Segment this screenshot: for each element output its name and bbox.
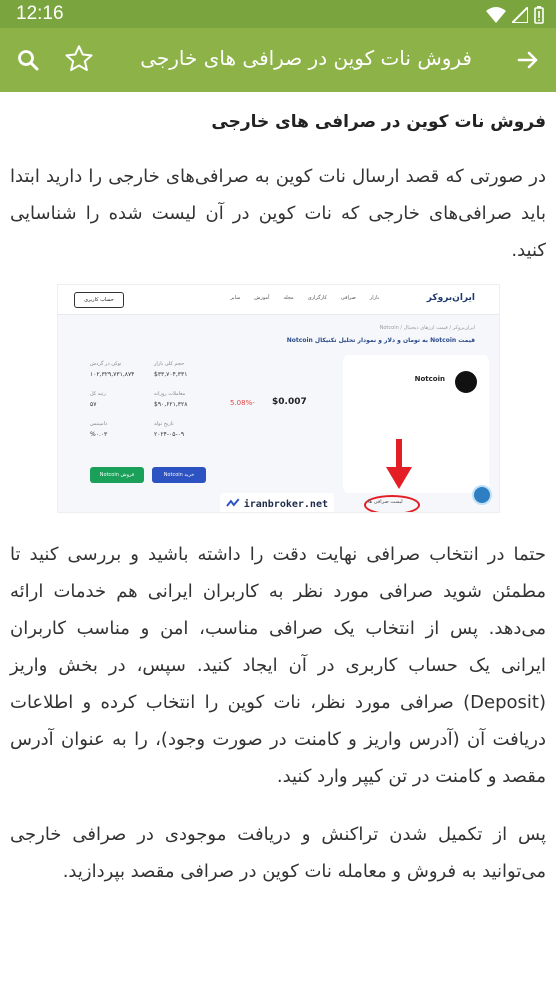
image-row-value: ۵۷ (90, 401, 97, 408)
image-coin-panel: Notcoin (343, 355, 489, 493)
app-bar: فروش نات کوین در صرافی های خارجی (0, 28, 556, 92)
article-image: ایران‌بروکر بازار صرافی کارگزاری مجله آم… (57, 284, 500, 513)
status-bar: 12:16 (0, 0, 556, 28)
bookmark-button[interactable] (60, 40, 98, 78)
search-icon (18, 50, 39, 71)
status-icons (486, 6, 544, 24)
image-row-label: معاملات روزانه (154, 391, 186, 397)
image-price: $0.007 (272, 397, 307, 407)
image-account-button: حساب کاربری (74, 292, 124, 308)
image-logo: ایران‌بروکر (426, 293, 475, 303)
image-menu: بازار صرافی کارگزاری مجله آموزش سایر (230, 295, 379, 301)
image-row-label: دامیننس (90, 421, 108, 427)
image-breadcrumb: ایران‌بروکر / قیمت ارزهای دیجیتال / Notc… (379, 325, 475, 331)
image-row-value: %۰.۰۳ (90, 431, 108, 438)
image-row-label: توکن در گردش (90, 361, 122, 367)
image-buy-button: خرید Notcoin (152, 467, 206, 483)
image-row-label: رتبه کل (90, 391, 106, 397)
image-menu-item: صرافی (340, 295, 356, 301)
image-row-label: تاریخ تولد (154, 421, 174, 427)
back-button[interactable] (510, 42, 546, 78)
red-arrow-icon (386, 439, 412, 489)
star-outline-icon (65, 45, 93, 72)
image-row-label: حجم کلی بازار (154, 361, 185, 367)
iranbroker-logo-icon (226, 498, 240, 507)
image-row-value: $۳۳,۷۰۴,۳۳۱ (154, 371, 188, 378)
status-time: 12:16 (16, 3, 64, 24)
image-exchange-list-link: لیست صرافی ها (368, 499, 403, 505)
image-change: -5.08% (230, 399, 255, 407)
arrow-right-icon (517, 51, 538, 69)
image-menu-item: کارگزاری (307, 295, 327, 301)
image-coin-name: Notcoin (414, 375, 445, 383)
image-watermark: iranbroker.net (220, 493, 334, 512)
page-title: فروش نات کوین در صرافی های خارجی (140, 46, 472, 70)
signal-icon (512, 7, 528, 23)
search-button[interactable] (10, 42, 46, 78)
image-menu-item: سایر (230, 295, 241, 301)
image-row-value: ۱۰۲,۳۲۹,۷۳۱,۸۷۴ (90, 371, 135, 378)
battery-icon (534, 6, 544, 24)
article-paragraph: پس از تکمیل شدن تراکنش و دریافت موجودی د… (10, 824, 546, 882)
image-subtitle: قیمت Notcoin به تومان و دلار و نمودار تح… (286, 337, 475, 344)
image-row-value: $۹۰,۶۲۱,۳۲۸ (154, 401, 188, 408)
article-paragraph: در صورتی که قصد ارسال نات کوین به صرافی‌… (10, 166, 546, 261)
article-content: فروش نات کوین در صرافی های خارجی در صورت… (0, 92, 556, 988)
image-location-fab-icon (472, 485, 492, 505)
notcoin-logo-icon (455, 371, 477, 393)
image-menu-item: آموزش (254, 295, 270, 301)
image-sell-button: فروش Notcoin (90, 467, 144, 483)
image-menu-item: بازار (369, 295, 379, 301)
article-paragraph: حتما در انتخاب صرافی نهایت دقت را داشته … (10, 544, 546, 787)
image-header: ایران‌بروکر بازار صرافی کارگزاری مجله آم… (58, 285, 499, 315)
image-menu-item: مجله (283, 295, 294, 301)
article-heading: فروش نات کوین در صرافی های خارجی (211, 112, 546, 132)
image-row-value: ۲۰۲۴-۰۵-۰۹ (154, 431, 185, 438)
wifi-icon (486, 7, 506, 23)
image-watermark-text: iranbroker.net (243, 498, 328, 510)
